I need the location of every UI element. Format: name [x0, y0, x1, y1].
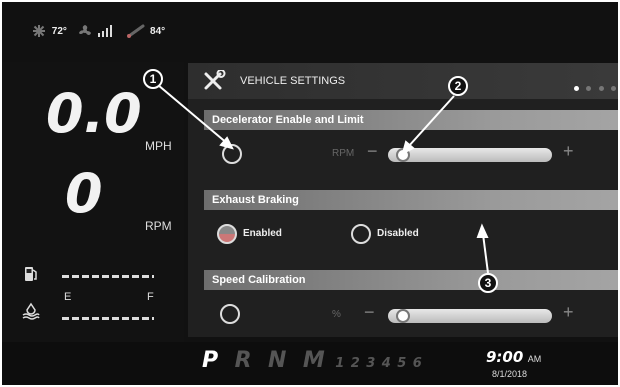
- rpm-readout: 0: [65, 162, 103, 225]
- decelerator-slider-handle[interactable]: [396, 148, 410, 162]
- status-bar: 72° 84°: [32, 24, 165, 44]
- outside-temp: 84°: [150, 25, 166, 37]
- exhaust-disabled-label[interactable]: Disabled: [377, 228, 419, 239]
- speed-cal-unit-label: %: [332, 309, 341, 320]
- thermometer-icon: [125, 24, 147, 38]
- clock: 9:00 AM: [486, 348, 541, 367]
- decelerator-enable-radio[interactable]: [222, 144, 242, 164]
- section-exhaust-header: Exhaust Braking: [204, 190, 618, 210]
- page-indicator[interactable]: [574, 78, 617, 96]
- def-fluid-icon: [22, 302, 40, 325]
- gear-reverse: R: [234, 348, 252, 373]
- decelerator-plus-button[interactable]: +: [563, 141, 574, 162]
- panel-header: VEHICLE SETTINGS: [188, 63, 618, 99]
- gear-5: 5: [397, 356, 407, 371]
- clock-date: 8/1/2018: [492, 369, 528, 379]
- speed-cal-slider-handle[interactable]: [396, 309, 410, 323]
- gear-1: 1: [335, 356, 345, 371]
- gear-neutral: N: [267, 348, 287, 373]
- gear-4: 4: [381, 356, 391, 371]
- display-screen: 72° 84° 0.0 MPH 0 RPM E F VEHICLE SETTIN…: [2, 2, 618, 385]
- speed-unit: MPH: [145, 139, 172, 153]
- fuel-pump-icon: [24, 265, 38, 288]
- fuel-full-label: F: [147, 291, 154, 303]
- fuel-empty-label: E: [64, 291, 72, 303]
- section-speed-cal-header: Speed Calibration: [204, 270, 618, 290]
- gear-park: P: [202, 348, 219, 373]
- wrench-screwdriver-icon: [202, 69, 226, 97]
- def-gauge: [62, 317, 154, 320]
- left-cluster: 0.0 MPH 0 RPM E F: [2, 62, 184, 342]
- gear-2: 2: [350, 356, 360, 371]
- page-dot: [586, 86, 592, 91]
- speed-cal-radio[interactable]: [220, 304, 240, 324]
- speed-cal-plus-button[interactable]: +: [563, 302, 574, 323]
- gear-indicator: P R N M 1 2 3 4 5 6: [202, 348, 422, 373]
- panel-title: VEHICLE SETTINGS: [240, 75, 346, 87]
- gear-3: 3: [366, 356, 376, 371]
- speed-cal-slider[interactable]: [388, 309, 552, 323]
- clock-ampm: AM: [527, 354, 542, 364]
- fuel-gauge: [62, 275, 154, 278]
- gear-manual: M: [302, 348, 325, 373]
- decelerator-unit-label: RPM: [332, 148, 355, 159]
- exhaust-enabled-radio[interactable]: [217, 224, 237, 244]
- cabin-temp: 72°: [51, 25, 67, 37]
- blower-icon: [78, 24, 94, 38]
- callout-1: 1: [143, 69, 163, 89]
- clock-time: 9:00: [486, 348, 524, 366]
- exhaust-disabled-radio[interactable]: [351, 224, 371, 244]
- signal-bars-icon: [98, 25, 114, 37]
- speed-readout: 0.0: [46, 82, 142, 145]
- callout-3: 3: [478, 273, 498, 293]
- speed-cal-minus-button[interactable]: −: [364, 302, 375, 323]
- exhaust-enabled-label[interactable]: Enabled: [243, 228, 282, 239]
- fan-icon: [32, 24, 46, 38]
- page-dot: [598, 86, 604, 91]
- decelerator-limit-slider[interactable]: [388, 148, 552, 162]
- decelerator-minus-button[interactable]: −: [367, 141, 378, 162]
- callout-2: 2: [448, 76, 468, 96]
- page-dot-active: [574, 86, 579, 91]
- page-dot: [611, 86, 617, 91]
- gear-6: 6: [412, 356, 422, 371]
- rpm-unit: RPM: [145, 219, 172, 233]
- section-decelerator-header: Decelerator Enable and Limit: [204, 110, 618, 130]
- bottom-bar: P R N M 1 2 3 4 5 6 9:00 AM 8/1/2018: [2, 342, 618, 385]
